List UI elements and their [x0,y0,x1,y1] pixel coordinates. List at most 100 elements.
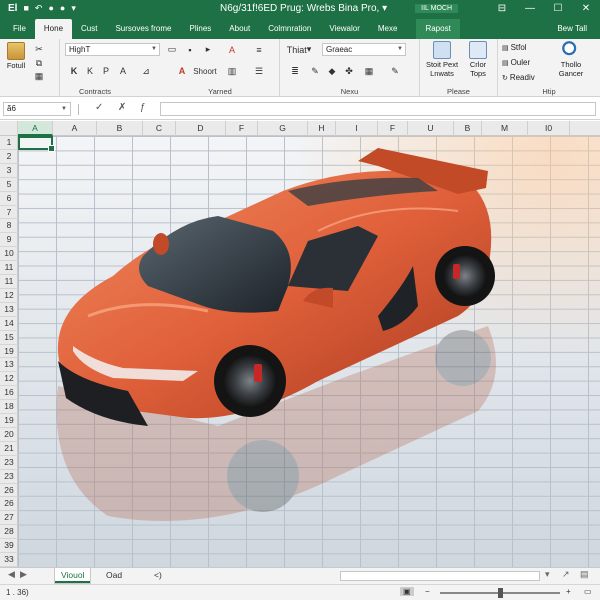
undo-icon[interactable]: ↶ [35,4,43,13]
tab-about[interactable]: About [220,19,259,39]
tab-cust[interactable]: Cust [72,19,106,39]
font-name-select[interactable]: HighT ▼ [65,43,160,56]
close-icon[interactable]: ✕ [572,0,600,17]
column-header[interactable]: I0 [528,121,570,136]
zoom-in-icon[interactable]: + [566,587,571,596]
format-painter-icon[interactable]: ▦ [33,70,45,82]
row-header[interactable]: 28 [0,525,18,540]
bullet-icon[interactable]: ● [60,4,65,13]
column-header[interactable]: C [143,121,176,136]
zoom-out-icon[interactable]: − [425,587,430,596]
bold-icon[interactable]: K [68,64,80,78]
sheet-tab-viouol[interactable]: Viouol [55,568,91,583]
column-header[interactable]: F [226,121,258,136]
tab-mexe[interactable]: Mexe [369,19,407,39]
sheet-nav-left-icon[interactable]: ◀ [8,569,15,580]
name-box[interactable]: ã6 ▼ [3,102,71,116]
column-header[interactable]: G [258,121,308,136]
cut-icon[interactable]: ✂ [33,43,45,55]
check-icon[interactable]: ✓ [95,102,103,113]
sheet-tab-oad[interactable]: Oad [100,568,128,583]
row-header[interactable]: 27 [0,511,18,526]
scroll-right-icon[interactable]: ▾ [545,569,550,580]
minimize-icon[interactable]: — [516,0,544,17]
column-header[interactable]: A [18,121,53,136]
customize-icon[interactable]: ● [48,4,53,13]
thollo-gancer-button[interactable]: Thollo Gancer [548,41,594,78]
help-item-stfol[interactable]: ▤ Stfol [502,41,535,56]
save-icon[interactable]: ■ [23,4,28,13]
row-header[interactable]: 18 [0,400,18,415]
borders-icon[interactable]: ▥ [225,64,239,78]
row-header[interactable]: 11 [0,261,18,276]
horizontal-scrollbar[interactable] [340,571,540,581]
sheet-settings-icon[interactable]: ↗ [562,569,570,580]
row-header[interactable]: 9 [0,233,18,248]
sheet-tab-extra[interactable]: <) [148,568,168,583]
number-style-select[interactable]: Thiat ▾ [285,43,313,56]
zoom-slider-thumb[interactable] [498,588,503,598]
dropdown-icon[interactable]: ▾ [71,4,76,13]
title-badge[interactable]: IIL MOCH [415,4,458,13]
row-header[interactable]: 26 [0,497,18,512]
row-header[interactable]: 26 [0,484,18,498]
row-header[interactable]: 3 [0,164,18,178]
text-color-icon[interactable]: A [176,64,188,78]
number-format-select[interactable]: Graeac ▼ [322,43,406,56]
font-increase-icon[interactable]: ▪ [183,43,197,56]
formula-input[interactable] [160,102,596,116]
currency-icon[interactable]: ≣ [288,64,302,78]
column-header[interactable]: F [378,121,408,136]
select-all-corner[interactable] [0,121,18,136]
start-text-button[interactable]: Stoit Pext Lnwats [423,41,461,78]
ribbon-options-icon[interactable]: ⊟ [488,0,516,17]
row-header[interactable]: 21 [0,442,18,456]
sheet-more-icon[interactable]: ▤ [580,569,589,580]
row-header[interactable]: 2 [0,150,18,164]
fill-color-icon[interactable]: ⊿ [138,64,154,78]
tab-file[interactable]: File [4,19,35,39]
tab-sursoves-frome[interactable]: Sursoves frome [106,19,180,39]
row-header[interactable]: 23 [0,456,18,470]
row-header[interactable]: 33 [0,553,18,567]
tab-colmnration[interactable]: Colmnration [259,19,320,39]
fullscreen-icon[interactable]: ▭ [584,587,592,596]
row-header[interactable]: 12 [0,372,18,387]
row-header[interactable]: 7 [0,206,18,220]
maximize-icon[interactable]: ☐ [544,0,572,17]
tab-home[interactable]: Hone [34,19,73,39]
tab-viewalor[interactable]: Viewalor [320,19,369,39]
help-item-readiv[interactable]: ↻ Readiv [502,71,535,86]
font-decrease-icon[interactable]: ▸ [201,43,215,56]
row-header[interactable]: 19 [0,345,18,359]
comma-icon[interactable]: ◆ [325,64,339,78]
color-tops-button[interactable]: Crlor Tops [462,41,494,78]
row-header[interactable]: 12 [0,289,18,303]
font-size-icon[interactable]: ▭ [165,43,179,56]
column-header[interactable]: D [176,121,226,136]
row-header[interactable]: 20 [0,428,18,442]
italic-icon[interactable]: K [84,64,96,78]
row-header[interactable]: 15 [0,331,18,345]
tab-rapost[interactable]: Rapost [416,19,460,39]
help-item-ouler[interactable]: ▤ Ouler [502,56,535,71]
underline-icon[interactable]: P [100,64,112,78]
row-header[interactable]: 39 [0,539,18,554]
sheet-nav-right-icon[interactable]: ▶ [20,569,27,580]
row-header[interactable]: 11 [0,275,18,289]
selected-cell[interactable] [18,136,55,152]
decimal-icon[interactable]: ✤ [342,64,356,78]
row-header[interactable]: 14 [0,317,18,331]
tab-bew-tall[interactable]: Bew Tall [548,19,596,39]
strike-icon[interactable]: A [117,64,129,78]
row-header[interactable]: 13 [0,303,18,317]
row-header[interactable]: 16 [0,386,18,401]
paste-button[interactable]: Fotull [4,42,28,70]
row-header[interactable]: 13 [0,358,18,373]
column-header[interactable]: H [308,121,336,136]
car-image[interactable] [18,136,600,567]
align-icon[interactable]: ≡ [250,43,268,56]
edit-icon[interactable]: ✎ [388,64,402,78]
column-header[interactable]: B [97,121,143,136]
wrap-icon[interactable]: ☰ [250,64,268,78]
